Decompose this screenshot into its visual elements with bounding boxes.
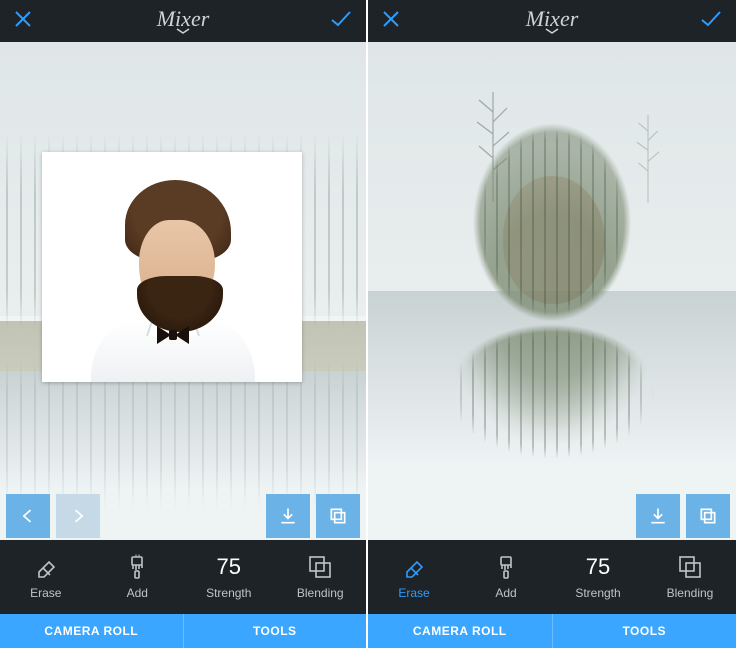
chevron-down-icon[interactable] (545, 28, 559, 39)
cancel-button[interactable] (382, 10, 400, 33)
tool-blending[interactable]: Blending (275, 540, 367, 614)
top-bar: Mixer (0, 0, 366, 42)
editor-canvas[interactable] (368, 42, 736, 540)
bottom-tabs: CAMERA ROLL TOOLS (0, 614, 366, 648)
bottom-tabs: CAMERA ROLL TOOLS (368, 614, 736, 648)
tab-label: TOOLS (253, 624, 297, 638)
tools-bar: Erase Add 75 Strength Blending (368, 540, 736, 614)
top-bar: Mixer (368, 0, 736, 42)
tools-bar: Erase Add 75 Strength Blend (0, 540, 366, 614)
tool-erase[interactable]: Erase (0, 540, 92, 614)
brush-icon (493, 554, 519, 580)
strength-value: 75 (586, 554, 610, 580)
tool-label: Strength (575, 586, 620, 600)
screen-after: Mixer (368, 0, 736, 648)
redo-button (56, 494, 100, 538)
tool-label: Blending (297, 586, 344, 600)
screen-before: Mixer (0, 0, 368, 648)
tool-label: Erase (30, 586, 61, 600)
undo-button[interactable] (6, 494, 50, 538)
tab-tools[interactable]: TOOLS (552, 614, 736, 648)
strength-value: 75 (217, 554, 241, 580)
tab-tools[interactable]: TOOLS (183, 614, 367, 648)
brush-icon (124, 554, 150, 580)
import-button[interactable] (636, 494, 680, 538)
tab-camera-roll[interactable]: CAMERA ROLL (0, 614, 183, 648)
tab-label: TOOLS (622, 624, 666, 638)
tool-add[interactable]: Add (460, 540, 552, 614)
confirm-button[interactable] (700, 10, 722, 33)
eraser-icon (401, 554, 427, 580)
tool-label: Erase (398, 586, 429, 600)
tool-erase[interactable]: Erase (368, 540, 460, 614)
eraser-icon (33, 554, 59, 580)
blending-icon (677, 554, 703, 580)
blending-icon (307, 554, 333, 580)
tool-blending[interactable]: Blending (644, 540, 736, 614)
canvas-utility-row (368, 490, 736, 540)
overlay-photo[interactable] (42, 152, 302, 382)
background-reflection (0, 361, 366, 510)
tool-add[interactable]: Add (92, 540, 184, 614)
tab-label: CAMERA ROLL (413, 624, 507, 638)
layers-button[interactable] (686, 494, 730, 538)
tool-label: Add (495, 586, 516, 600)
editor-canvas[interactable] (0, 42, 366, 540)
tool-label: Blending (667, 586, 714, 600)
canvas-utility-row (0, 490, 366, 540)
tool-strength[interactable]: 75 Strength (552, 540, 644, 614)
cancel-button[interactable] (14, 10, 32, 33)
layers-button[interactable] (316, 494, 360, 538)
tool-label: Strength (206, 586, 251, 600)
tab-label: CAMERA ROLL (44, 624, 138, 638)
tool-strength[interactable]: 75 Strength (183, 540, 275, 614)
import-button[interactable] (266, 494, 310, 538)
portrait-illustration (77, 172, 267, 382)
chevron-down-icon[interactable] (176, 28, 190, 39)
confirm-button[interactable] (330, 10, 352, 33)
tool-label: Add (127, 586, 148, 600)
tab-camera-roll[interactable]: CAMERA ROLL (368, 614, 552, 648)
blended-portrait (407, 104, 697, 474)
